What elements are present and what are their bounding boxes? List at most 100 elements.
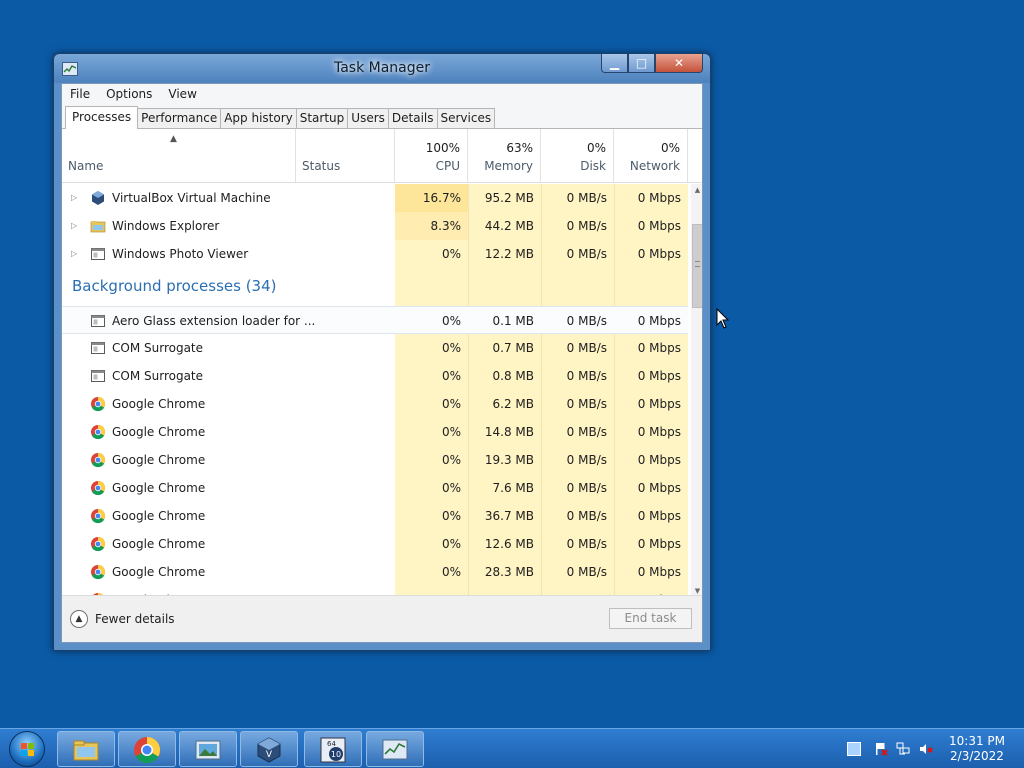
- process-row[interactable]: Google Chrome 0% 14.8 MB 0 MB/s 0 Mbps: [62, 418, 688, 446]
- process-row[interactable]: Google Chrome 0% 12.6 MB 0 MB/s 0 Mbps: [62, 530, 688, 558]
- taskbar-file-explorer[interactable]: [57, 731, 115, 767]
- end-task-button[interactable]: End task: [609, 608, 692, 629]
- chrome-icon: [91, 564, 106, 580]
- expand-arrow-icon[interactable]: ▷: [71, 184, 77, 212]
- menu-file[interactable]: File: [62, 84, 98, 105]
- tab-services[interactable]: Services: [436, 108, 496, 128]
- network-total: 0%: [660, 141, 680, 155]
- process-disk: 0 MB/s: [566, 397, 607, 411]
- chrome-icon: [91, 396, 106, 412]
- process-row[interactable]: ▷ VirtualBox Virtual Machine 16.7% 95.2 MB 0…: [62, 184, 688, 212]
- process-row[interactable]: Google Chrome 0% 36.7 MB 0 MB/s 0 Mbps: [62, 502, 688, 530]
- process-disk: 0 MB/s: [566, 509, 607, 523]
- column-memory-label: Memory: [484, 159, 533, 173]
- taskbar-virtualbox[interactable]: V: [240, 731, 298, 767]
- window-icon: [91, 342, 105, 354]
- svg-text:64: 64: [327, 740, 336, 748]
- chrome-icon: [91, 480, 106, 496]
- fewer-details-link[interactable]: Fewer details: [95, 610, 175, 628]
- process-cpu: 16.7%: [422, 191, 461, 205]
- scroll-up-icon[interactable]: ▲: [691, 184, 702, 197]
- close-button[interactable]: ✕: [655, 54, 703, 73]
- process-memory: 95.2 MB: [484, 191, 534, 205]
- expand-arrow-icon[interactable]: ▷: [71, 240, 77, 268]
- process-row[interactable]: ▷ Windows Explorer 8.3% 44.2 MB 0 MB/s 0 Mbps: [62, 212, 688, 240]
- process-disk: 0 MB/s: [566, 565, 607, 579]
- process-row[interactable]: Google Chrome 0% 19.3 MB 0 MB/s 0 Mbps: [62, 446, 688, 474]
- column-disk[interactable]: 0% Disk: [541, 129, 614, 182]
- chrome-icon: [134, 736, 161, 764]
- process-row[interactable]: ▷ Windows Photo Viewer 0% 12.2 MB 0 MB/s 0 Mb…: [62, 240, 688, 268]
- tab-users[interactable]: Users: [347, 108, 389, 128]
- clock[interactable]: 10:31 PM 2/3/2022: [949, 734, 1005, 764]
- mouse-cursor-icon: [716, 308, 730, 329]
- network-icon[interactable]: [896, 742, 910, 756]
- menu-options[interactable]: Options: [98, 84, 160, 105]
- action-center-flag-icon[interactable]: [874, 742, 888, 756]
- process-name: COM Surrogate: [112, 341, 204, 355]
- start-button[interactable]: [4, 729, 48, 768]
- svg-text:V: V: [266, 750, 273, 760]
- process-table: ▲ Name Status 100% CPU 63% Memory 0% Dis…: [62, 129, 702, 626]
- tab-performance[interactable]: Performance: [137, 108, 222, 128]
- column-cpu[interactable]: 100% CPU: [395, 129, 468, 182]
- tab-details[interactable]: Details: [387, 108, 438, 128]
- expand-arrow-icon[interactable]: ▷: [71, 212, 77, 240]
- process-row[interactable]: Aero Glass extension loader for ... 0% 0.1…: [62, 306, 688, 334]
- svg-text:10: 10: [331, 750, 341, 759]
- taskbar-photo-viewer[interactable]: [179, 731, 237, 767]
- process-row[interactable]: Google Chrome 0% 7.6 MB 0 MB/s 0 Mbps: [62, 474, 688, 502]
- photo-viewer-icon: [195, 740, 221, 760]
- process-row[interactable]: COM Surrogate 0% 0.7 MB 0 MB/s 0 Mbps: [62, 334, 688, 362]
- minimize-icon: ▁: [609, 56, 620, 70]
- column-network[interactable]: 0% Network: [614, 129, 688, 182]
- process-memory: 0.1 MB: [492, 314, 534, 328]
- process-memory: 7.6 MB: [492, 481, 534, 495]
- title-bar[interactable]: Task Manager ▁ □ ✕: [54, 54, 710, 83]
- process-cpu: 0%: [441, 314, 461, 328]
- process-name: Windows Photo Viewer: [112, 247, 249, 261]
- show-desktop-icon[interactable]: [847, 742, 861, 756]
- tab-startup[interactable]: Startup: [295, 108, 349, 128]
- process-disk: 0 MB/s: [566, 191, 607, 205]
- process-row[interactable]: Google Chrome 0% 6.2 MB 0 MB/s 0 Mbps: [62, 390, 688, 418]
- volume-muted-icon[interactable]: [919, 742, 933, 756]
- process-network: 0 Mbps: [637, 537, 681, 551]
- process-name: Google Chrome: [112, 453, 206, 467]
- chevron-up-icon[interactable]: ▲: [70, 610, 88, 628]
- column-memory[interactable]: 63% Memory: [468, 129, 541, 182]
- maximize-icon: □: [635, 56, 648, 70]
- process-network: 0 Mbps: [637, 219, 681, 233]
- tab-processes[interactable]: Processes: [65, 106, 139, 129]
- tab-app-history[interactable]: App history: [220, 108, 297, 128]
- minimize-button[interactable]: ▁: [601, 54, 628, 73]
- column-name[interactable]: Name: [62, 129, 296, 182]
- process-cpu: 0%: [441, 247, 461, 261]
- process-name: Google Chrome: [112, 537, 206, 551]
- memory-total: 63%: [506, 141, 533, 155]
- process-memory: 6.2 MB: [492, 397, 534, 411]
- scrollbar-thumb[interactable]: [692, 224, 702, 308]
- taskbar-chrome[interactable]: [118, 731, 176, 767]
- menu-view[interactable]: View: [160, 84, 204, 105]
- vertical-scrollbar[interactable]: ▲ ▼: [691, 184, 702, 598]
- process-cpu: 0%: [441, 341, 461, 355]
- taskbar-hwinfo[interactable]: 64 10: [304, 731, 362, 767]
- column-status[interactable]: Status: [296, 129, 395, 182]
- process-network: 0 Mbps: [637, 481, 681, 495]
- column-network-label: Network: [629, 159, 680, 173]
- maximize-button[interactable]: □: [628, 54, 655, 73]
- process-cpu: 0%: [441, 509, 461, 523]
- process-cpu: 0%: [441, 369, 461, 383]
- process-row[interactable]: COM Surrogate 0% 0.8 MB 0 MB/s 0 Mbps: [62, 362, 688, 390]
- process-row[interactable]: Google Chrome 0% 28.3 MB 0 MB/s 0 Mbps: [62, 558, 688, 586]
- column-cpu-label: CPU: [435, 159, 460, 173]
- window-icon: [91, 315, 105, 327]
- taskbar-task-manager[interactable]: [366, 731, 424, 767]
- process-memory: 12.2 MB: [484, 247, 534, 261]
- close-icon: ✕: [673, 56, 685, 70]
- cpu-total: 100%: [425, 141, 460, 155]
- process-network: 0 Mbps: [637, 509, 681, 523]
- column-status-label: Status: [302, 159, 341, 173]
- process-network: 0 Mbps: [637, 314, 681, 328]
